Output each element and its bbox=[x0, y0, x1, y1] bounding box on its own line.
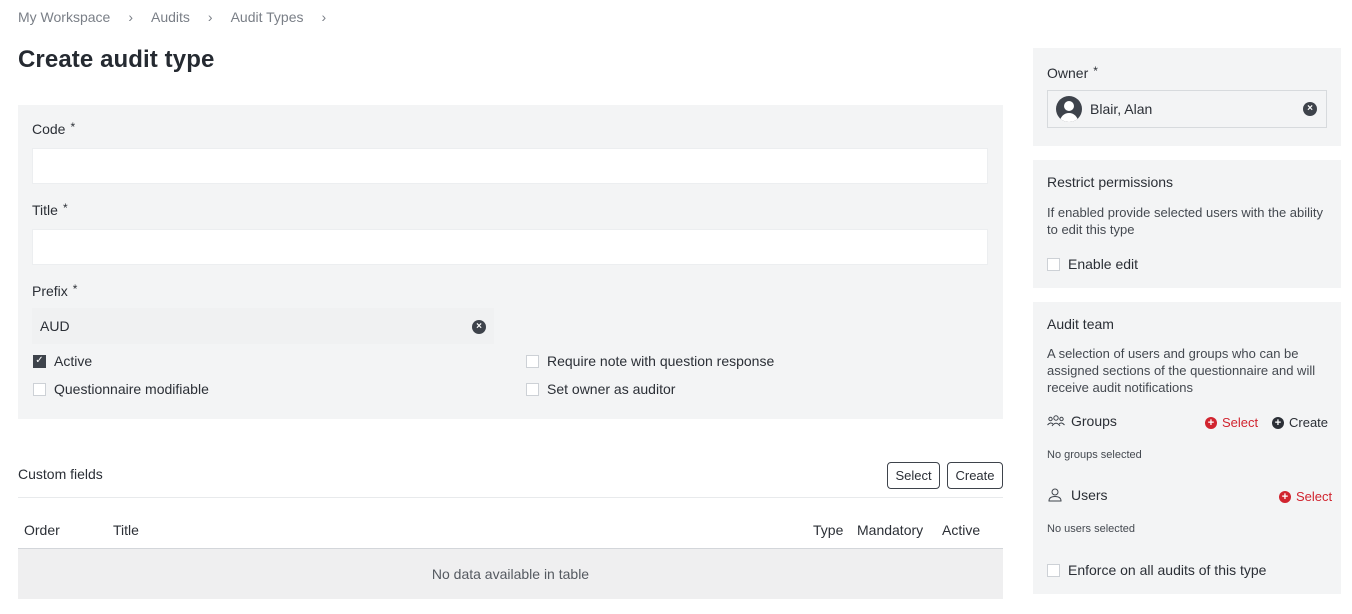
breadcrumb-item-my-workspace[interactable]: My Workspace bbox=[18, 9, 110, 25]
questionnaire-modifiable-label: Questionnaire modifiable bbox=[54, 381, 209, 397]
prefix-label: Prefix * bbox=[32, 282, 78, 299]
groups-icon bbox=[1047, 415, 1065, 427]
plus-circle-icon: + bbox=[1205, 416, 1217, 429]
custom-fields-select-button[interactable]: Select bbox=[887, 462, 940, 489]
custom-fields-create-button[interactable]: Create bbox=[947, 462, 1003, 489]
enforce-row[interactable]: Enforce on all audits of this type bbox=[1047, 562, 1266, 578]
groups-label: Groups bbox=[1071, 413, 1117, 429]
users-empty-text: No users selected bbox=[1047, 523, 1136, 535]
table-empty-row: No data available in table bbox=[18, 549, 1003, 599]
audit-team-title: Audit team bbox=[1047, 316, 1114, 332]
users-select-link[interactable]: + Select bbox=[1279, 489, 1332, 504]
plus-circle-icon: + bbox=[1272, 416, 1284, 429]
title-label: Title * bbox=[32, 201, 68, 218]
require-note-checkbox[interactable] bbox=[526, 354, 539, 368]
set-owner-auditor-checkbox[interactable] bbox=[526, 382, 539, 396]
require-note-label: Require note with question response bbox=[547, 353, 775, 369]
groups-select-link[interactable]: + Select bbox=[1205, 415, 1258, 430]
audit-type-form: Code * Title * Prefix * AUD × ✓ Active Ques… bbox=[18, 105, 1003, 419]
required-mark: * bbox=[62, 201, 68, 215]
restrict-permissions-panel: Restrict permissions If enabled provide … bbox=[1033, 160, 1341, 288]
clear-prefix-icon[interactable]: × bbox=[472, 320, 486, 334]
column-header-mandatory[interactable]: Mandatory bbox=[857, 522, 923, 538]
set-owner-auditor-label: Set owner as auditor bbox=[547, 381, 676, 397]
required-mark: * bbox=[70, 120, 76, 134]
breadcrumb: My Workspace › Audits › Audit Types › bbox=[18, 9, 326, 25]
groups-empty-text: No groups selected bbox=[1047, 449, 1142, 461]
audit-team-description: A selection of users and groups who can … bbox=[1047, 346, 1316, 395]
users-header: Users bbox=[1047, 487, 1108, 503]
enforce-label: Enforce on all audits of this type bbox=[1068, 562, 1267, 578]
column-header-title[interactable]: Title bbox=[113, 522, 139, 538]
custom-fields-title: Custom fields bbox=[18, 466, 103, 482]
audit-team-panel: Audit team A selection of users and grou… bbox=[1033, 302, 1341, 594]
owner-select[interactable]: Blair, Alan bbox=[1047, 90, 1327, 128]
divider bbox=[18, 497, 1003, 498]
title-input[interactable] bbox=[32, 229, 988, 265]
active-label: Active bbox=[54, 353, 93, 369]
required-mark: * bbox=[72, 282, 78, 296]
plus-circle-icon: + bbox=[1279, 490, 1291, 503]
chevron-right-icon: › bbox=[128, 9, 133, 25]
column-header-order[interactable]: Order bbox=[24, 522, 60, 538]
owner-panel: Owner * Blair, Alan × bbox=[1033, 48, 1341, 146]
column-header-active[interactable]: Active bbox=[942, 522, 980, 538]
active-checkbox-row[interactable]: ✓ Active bbox=[33, 353, 92, 369]
prefix-input[interactable]: AUD bbox=[32, 308, 494, 344]
code-input[interactable] bbox=[32, 148, 988, 184]
require-note-row[interactable]: Require note with question response bbox=[526, 353, 774, 369]
groups-header: Groups bbox=[1047, 413, 1117, 429]
groups-create-link[interactable]: + Create bbox=[1272, 415, 1328, 430]
enable-edit-checkbox[interactable] bbox=[1047, 257, 1060, 271]
column-header-type[interactable]: Type bbox=[813, 522, 843, 538]
clear-owner-icon[interactable]: × bbox=[1303, 102, 1317, 116]
chevron-right-icon: › bbox=[207, 9, 213, 25]
users-label: Users bbox=[1071, 487, 1108, 503]
user-avatar-icon bbox=[1056, 96, 1082, 122]
prefix-value: AUD bbox=[40, 318, 70, 334]
owner-label: Owner * bbox=[1047, 64, 1098, 81]
user-icon bbox=[1048, 488, 1062, 502]
enable-edit-label: Enable edit bbox=[1068, 256, 1139, 272]
breadcrumb-item-audit-types[interactable]: Audit Types bbox=[231, 9, 304, 25]
active-checkbox[interactable]: ✓ bbox=[33, 354, 46, 368]
page-title: Create audit type bbox=[18, 46, 215, 73]
enforce-checkbox[interactable] bbox=[1047, 563, 1060, 577]
set-owner-auditor-row[interactable]: Set owner as auditor bbox=[526, 381, 675, 397]
restrict-permissions-description: If enabled provide selected users with t… bbox=[1047, 205, 1324, 237]
owner-value: Blair, Alan bbox=[1090, 101, 1153, 117]
breadcrumb-item-audits[interactable]: Audits bbox=[151, 9, 190, 25]
questionnaire-modifiable-row[interactable]: Questionnaire modifiable bbox=[33, 381, 209, 397]
empty-table-message: No data available in table bbox=[431, 566, 590, 582]
questionnaire-modifiable-checkbox[interactable] bbox=[33, 382, 46, 396]
required-mark: * bbox=[1093, 64, 1098, 78]
enable-edit-row[interactable]: Enable edit bbox=[1047, 256, 1138, 272]
chevron-right-icon: › bbox=[321, 9, 327, 25]
code-label: Code * bbox=[32, 120, 76, 137]
restrict-permissions-title: Restrict permissions bbox=[1047, 174, 1174, 190]
